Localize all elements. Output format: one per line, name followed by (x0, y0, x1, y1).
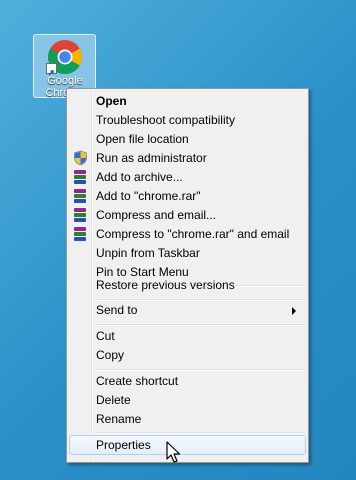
menu-item-run-as-administrator[interactable]: Run as administrator (69, 149, 306, 168)
menu-item-label: Copy (96, 348, 125, 362)
menu-item-label: Add to "chrome.rar" (96, 189, 201, 203)
menu-item-rename[interactable]: Rename (69, 410, 306, 429)
menu-item-send-to[interactable]: Send to (69, 301, 306, 320)
menu-item-label: Compress to "chrome.rar" and email (96, 227, 290, 241)
menu-item-add-to-archive[interactable]: Add to archive... (69, 168, 306, 187)
menu-item-copy[interactable]: Copy (69, 346, 306, 365)
menu-separator (95, 324, 305, 326)
menu-item-open-file-location[interactable]: Open file location (69, 130, 306, 149)
menu-item-create-shortcut[interactable]: Create shortcut (69, 372, 306, 391)
uac-shield-icon (74, 150, 87, 166)
menu-item-compress-to-chrome-rar-and-email[interactable]: Compress to "chrome.rar" and email (69, 225, 306, 244)
winrar-icon (74, 208, 86, 222)
menu-item-label: Send to (96, 303, 138, 317)
menu-item-label: Delete (96, 393, 131, 407)
menu-item-restore-previous-versions[interactable]: Restore previous versions (69, 276, 306, 295)
shortcut-arrow-icon (46, 63, 57, 76)
winrar-icon (74, 170, 86, 184)
menu-item-label: Run as administrator (96, 151, 207, 165)
menu-item-cut[interactable]: Cut (69, 327, 306, 346)
menu-item-label: Compress and email... (96, 208, 217, 222)
menu-item-open[interactable]: Open (69, 92, 306, 111)
menu-item-properties[interactable]: Properties (69, 435, 306, 455)
menu-item-label: Open (96, 94, 127, 108)
menu-item-label: Unpin from Taskbar (96, 246, 200, 260)
menu-item-label: Add to archive... (96, 170, 183, 184)
context-menu: Open Troubleshoot compatibility Open fil… (66, 88, 309, 463)
winrar-icon (74, 227, 86, 241)
menu-item-label: Create shortcut (96, 374, 179, 388)
mouse-cursor-icon (166, 441, 181, 463)
submenu-arrow-icon (292, 307, 296, 315)
winrar-icon (74, 189, 86, 203)
menu-item-delete[interactable]: Delete (69, 391, 306, 410)
menu-item-label: Rename (96, 412, 142, 426)
menu-item-label: Restore previous versions (96, 278, 235, 292)
menu-item-compress-and-email[interactable]: Compress and email... (69, 206, 306, 225)
menu-item-unpin-from-taskbar[interactable]: Unpin from Taskbar (69, 244, 306, 263)
menu-item-label: Cut (96, 329, 115, 343)
menu-item-label: Open file location (96, 132, 189, 146)
menu-item-add-to-chrome-rar[interactable]: Add to "chrome.rar" (69, 187, 306, 206)
menu-item-troubleshoot-compatibility[interactable]: Troubleshoot compatibility (69, 111, 306, 130)
menu-separator (95, 369, 305, 371)
desktop[interactable]: Google Chrome Open Troubleshoot compatib… (0, 0, 356, 480)
menu-item-label: Troubleshoot compatibility (96, 113, 235, 127)
menu-separator (95, 432, 305, 434)
menu-item-label: Properties (96, 438, 151, 452)
